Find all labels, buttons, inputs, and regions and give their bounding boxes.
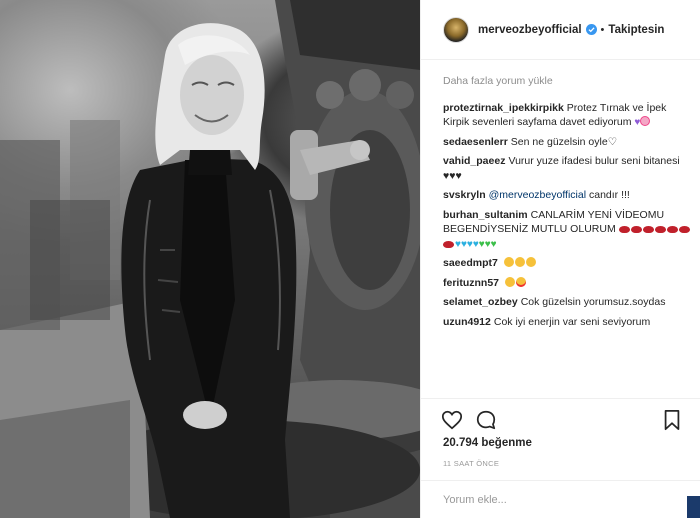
comment-mention[interactable]: @merveozbeyofficial	[489, 189, 586, 201]
comment-bubble-icon[interactable]	[475, 409, 497, 431]
heart-outline-icon[interactable]	[441, 409, 463, 431]
kiss-icon	[443, 240, 454, 248]
comment-item: proteztirnak_ipekkirpikk Protez Tırnak ve…	[443, 101, 693, 130]
post-timestamp: 11 SAAT ÖNCE	[443, 459, 500, 468]
comment-username[interactable]: svskryln	[443, 189, 486, 201]
comment-username[interactable]: proteztirnak_ipekkirpikk	[443, 102, 564, 114]
corner-badge	[687, 496, 700, 518]
comment-username[interactable]: uzun4912	[443, 316, 491, 328]
grin-icon	[514, 257, 525, 267]
likes-count[interactable]: 20.794 beğenme	[443, 437, 532, 449]
comment-username[interactable]: saeedmpt7	[443, 257, 498, 269]
comments-list: Daha fazla yorum yükle proteztirnak_ipek…	[443, 74, 693, 334]
comment-username[interactable]: sedaesenlerr	[443, 136, 508, 148]
action-bar	[421, 398, 700, 438]
follow-button[interactable]: Takiptesin	[608, 24, 664, 36]
comment-text: Sen ne güzelsin oyle♡	[510, 135, 618, 148]
bookmark-icon[interactable]	[661, 409, 683, 431]
comment-username[interactable]: vahid_paeez	[443, 155, 505, 167]
cherry-blossom-icon	[640, 116, 651, 126]
comment-input[interactable]	[443, 492, 673, 508]
comment-item: uzun4912 Cok iyi enerjin var seni seviyor…	[443, 315, 693, 330]
heart-eyes-icon	[515, 276, 526, 287]
comment-text: candır !!!	[586, 189, 630, 201]
kiss-icon	[666, 226, 678, 233]
load-more-comments-link[interactable]: Daha fazla yorum yükle	[443, 74, 693, 89]
post-photo[interactable]	[0, 0, 420, 518]
post-username[interactable]: merveozbeyofficial	[478, 24, 582, 36]
comment-container: proteztirnak_ipekkirpikk Protez Tırnak ve…	[443, 101, 693, 330]
comment-item: selamet_ozbey Cok güzelsin yorumsuz.soyda…	[443, 295, 693, 310]
comment-item: burhan_sultanim CANLARİM YENİ VİDEOMU BEG…	[443, 208, 693, 252]
comment-item: sedaesenlerr Sen ne güzelsin oyle♡	[443, 135, 693, 150]
header-separator: •	[600, 23, 605, 36]
verified-badge-icon	[585, 24, 597, 35]
kiss-icon	[618, 226, 630, 233]
kiss-icon	[678, 226, 690, 233]
kiss-icon	[642, 226, 654, 233]
photo-illustration	[0, 0, 420, 518]
comment-item: vahid_paeez Vurur yuze ifadesi bulur seni…	[443, 154, 693, 183]
comment-item: saeedmpt7	[443, 256, 693, 271]
comment-item: svskryln @merveozbeyofficial candır !!!	[443, 188, 693, 203]
avatar[interactable]	[443, 16, 469, 43]
post-sidebar: merveozbeyofficial • Takiptesin Daha faz…	[420, 0, 700, 518]
grin-icon	[525, 257, 536, 267]
comment-username[interactable]: burhan_sultanim	[443, 209, 528, 221]
green-heart-icon: ♥	[490, 238, 497, 250]
kiss-icon	[654, 226, 666, 233]
comment-username[interactable]: selamet_ozbey	[443, 296, 518, 308]
smile-icon	[504, 276, 515, 287]
comment-text: Cok güzelsin yorumsuz.soydas	[520, 296, 666, 308]
comment-item: ferituznn57	[443, 276, 693, 291]
instagram-post-view: merveozbeyofficial • Takiptesin Daha faz…	[0, 0, 700, 518]
grin-icon	[503, 257, 514, 267]
comment-box	[421, 480, 700, 518]
comment-text: Cok iyi enerjin var seni seviyorum	[493, 315, 651, 328]
post-header: merveozbeyofficial • Takiptesin	[421, 0, 700, 60]
kiss-icon	[630, 226, 642, 233]
comment-username[interactable]: ferituznn57	[443, 277, 499, 289]
